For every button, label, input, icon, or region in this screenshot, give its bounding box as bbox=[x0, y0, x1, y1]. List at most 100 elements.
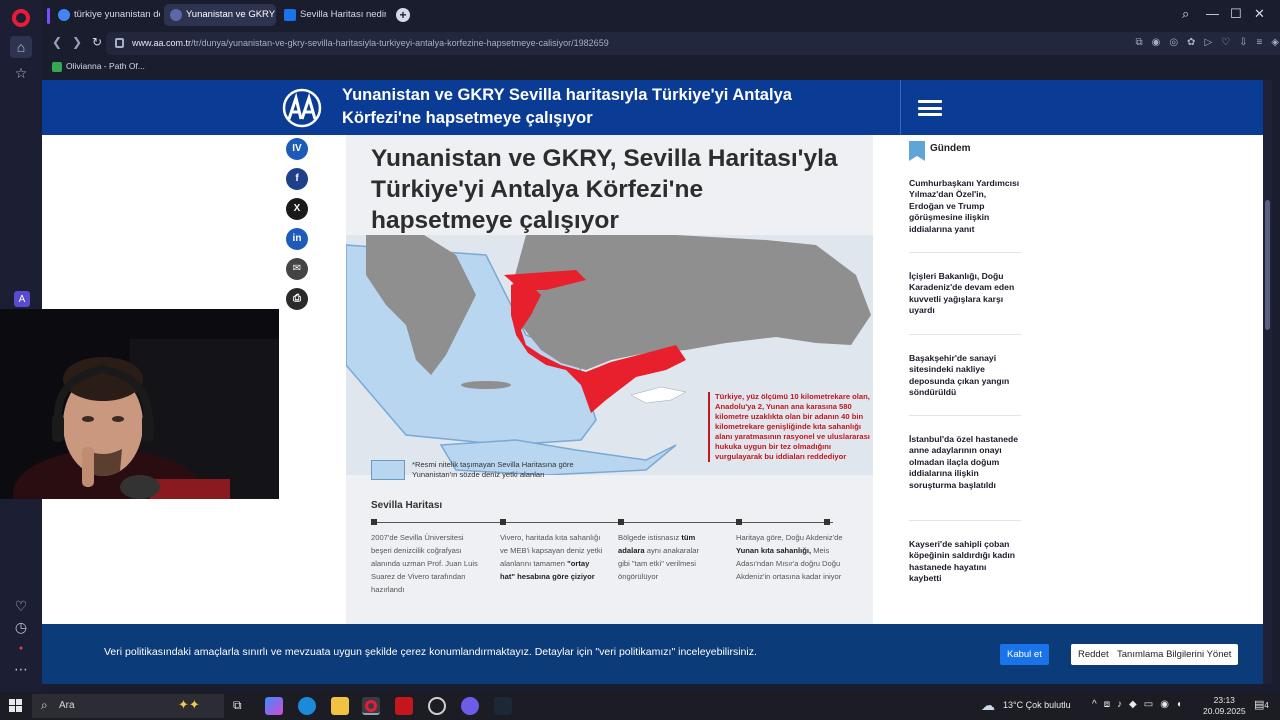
tab-label: Sevilla Haritası nedir? Ank bbox=[300, 9, 386, 20]
accept-cookies-button[interactable]: Kabul et bbox=[1000, 644, 1049, 665]
forward-icon[interactable]: ❯ bbox=[72, 35, 82, 49]
bookmark-label: Olivianna - Path Of... bbox=[66, 61, 145, 71]
timeline-text-part: Haritaya göre, Doğu Akdeniz'de bbox=[736, 533, 843, 542]
url-text[interactable]: www.aa.com.tr/tr/dunya/yunanistan-ve-gkr… bbox=[132, 32, 609, 55]
timeline-marker bbox=[371, 519, 377, 525]
news-item[interactable]: Başakşehir'de sanayi sitesindeki nakliye… bbox=[909, 353, 1021, 399]
minimize-icon[interactable]: — bbox=[1206, 6, 1219, 21]
weather-text[interactable]: 13°C Çok bulutlu bbox=[1003, 700, 1071, 710]
infographic-title: Yunanistan ve GKRY, Sevilla Haritası'yla… bbox=[371, 145, 838, 234]
tab-label: türkiye yunanistan deniz s bbox=[74, 9, 160, 20]
page-scrollbar[interactable] bbox=[1263, 80, 1272, 684]
news-item[interactable]: Kayseri'de sahipli çoban köpeğinin saldı… bbox=[909, 539, 1021, 585]
home-icon[interactable]: ⌂ bbox=[10, 36, 32, 58]
more-icon[interactable]: ⋯ bbox=[11, 659, 31, 679]
windows-start-icon[interactable] bbox=[9, 699, 23, 713]
bookmark-icon bbox=[909, 141, 925, 161]
scrollbar-thumb[interactable] bbox=[1265, 200, 1270, 330]
timeline-text: Vivero, haritada kıta sahanlığı ve MEB'i… bbox=[500, 531, 604, 583]
tab-strip: türkiye yunanistan deniz s Yunanistan ve… bbox=[42, 0, 1280, 30]
cookie-text: Veri politikasındaki amaçlarla sınırlı v… bbox=[104, 646, 757, 658]
url-domain: www.aa.com.tr bbox=[132, 38, 192, 48]
notification-icon[interactable]: ▤4 bbox=[1254, 698, 1269, 711]
aa-favicon-icon bbox=[170, 9, 182, 21]
new-tab-button[interactable]: + bbox=[396, 8, 410, 22]
opera-taskbar-icon[interactable] bbox=[362, 697, 380, 715]
reject-cookies-button[interactable]: Reddet bbox=[1071, 644, 1116, 665]
site-header: Yunanistan ve GKRY Sevilla haritasıyla T… bbox=[42, 80, 1263, 135]
news-divider bbox=[909, 520, 1021, 521]
weather-icon: ☁ bbox=[981, 697, 995, 713]
share-linkedin-icon[interactable]: in bbox=[286, 228, 308, 250]
speed-dial-icon[interactable]: ☆ bbox=[11, 63, 31, 83]
bookmark-item[interactable]: Olivianna - Path Of... bbox=[52, 61, 145, 72]
app-taskbar-icon[interactable] bbox=[428, 697, 446, 715]
maximize-icon[interactable]: ☐ bbox=[1230, 6, 1242, 22]
search-placeholder: Ara bbox=[59, 700, 75, 711]
tab-1[interactable]: türkiye yunanistan deniz s bbox=[52, 4, 160, 26]
timeline-text: 2007'de Sevilla Üniversitesi beşeri deni… bbox=[371, 531, 479, 596]
google-favicon-icon bbox=[58, 9, 70, 21]
edge-icon[interactable] bbox=[298, 697, 316, 715]
copilot-icon[interactable] bbox=[265, 697, 283, 715]
timeline-text-bold: Yunan kıta sahanlığı, bbox=[736, 546, 812, 555]
opera-logo-icon[interactable] bbox=[12, 9, 30, 27]
address-bar-actions[interactable]: ⧉◉◎✿▷♡⇩≡◈ bbox=[1135, 37, 1280, 48]
aa-logo-icon[interactable] bbox=[282, 88, 322, 128]
address-bar[interactable]: www.aa.com.tr/tr/dunya/yunanistan-ve-gkr… bbox=[106, 32, 1280, 55]
timeline-marker bbox=[824, 519, 830, 525]
tab-3[interactable]: Sevilla Haritası nedir? Ank bbox=[278, 4, 386, 26]
clock[interactable]: 23:13 20.09.2025 bbox=[1203, 695, 1246, 717]
tab-label: Yunanistan ve GKRY Sevill bbox=[186, 9, 276, 20]
infographic-note: Türkiye, yüz ölçümü 10 kilometrekare ola… bbox=[708, 392, 873, 462]
app-taskbar-icon[interactable] bbox=[395, 697, 413, 715]
tab-2[interactable]: Yunanistan ve GKRY Sevill bbox=[164, 4, 276, 26]
system-tray-icons[interactable]: ^⧈♪◆▭◉◖ bbox=[1092, 699, 1189, 710]
timeline-text: Haritaya göre, Doğu Akdeniz'de Yunan kıt… bbox=[736, 531, 854, 583]
discord-icon[interactable] bbox=[461, 697, 479, 715]
extension-icon[interactable]: ● bbox=[11, 638, 31, 658]
aria-icon[interactable]: A bbox=[14, 291, 30, 307]
webcam-person-image bbox=[0, 309, 279, 499]
bookmark-favicon-icon bbox=[52, 62, 62, 72]
favorites-icon[interactable]: ♡ bbox=[11, 596, 31, 616]
aa-favicon-icon bbox=[284, 9, 296, 21]
share-facebook-icon[interactable]: f bbox=[286, 168, 308, 190]
news-item[interactable]: İçişleri Bakanlığı, Doğu Karadeniz'de de… bbox=[909, 271, 1021, 317]
section-title: Sevilla Haritası bbox=[371, 500, 443, 511]
history-icon[interactable]: ◷ bbox=[11, 617, 31, 637]
print-icon[interactable]: ⎙ bbox=[286, 288, 308, 310]
reload-icon[interactable]: ↻ bbox=[92, 35, 102, 49]
task-view-icon[interactable]: ⧉ bbox=[233, 698, 242, 713]
news-item[interactable]: Cumhurbaşkanı Yardımcısı Yılmaz'dan Özel… bbox=[909, 178, 1021, 235]
timeline-text-part: 2007'de Sevilla Üniversitesi beşeri deni… bbox=[371, 533, 478, 594]
cookie-banner: Veri politikasındaki amaçlarla sınırlı v… bbox=[42, 624, 1263, 684]
file-explorer-icon[interactable] bbox=[331, 697, 349, 715]
workspace-indicator bbox=[47, 8, 50, 24]
webcam-overlay bbox=[0, 309, 279, 499]
notification-count: 4 bbox=[1264, 701, 1269, 710]
share-email-icon[interactable]: ✉ bbox=[286, 258, 308, 280]
taskbar-search[interactable]: ⌕ Ara ✦✦ bbox=[32, 694, 224, 718]
close-window-icon[interactable]: ✕ bbox=[1254, 6, 1265, 22]
menu-icon[interactable] bbox=[918, 100, 942, 116]
news-heading-label: Gündem bbox=[930, 143, 971, 154]
header-title: Yunanistan ve GKRY Sevilla haritasıyla T… bbox=[342, 86, 792, 127]
header-divider bbox=[900, 80, 901, 135]
manage-cookies-button[interactable]: Tanımlama Bilgilerini Yönet bbox=[1110, 644, 1239, 665]
steam-icon[interactable] bbox=[494, 697, 512, 715]
sparkle-icon: ✦✦ bbox=[178, 697, 200, 712]
clock-time: 23:13 bbox=[1213, 695, 1235, 705]
search-tabs-icon[interactable]: ⌕ bbox=[1182, 6, 1189, 22]
news-divider bbox=[909, 334, 1021, 335]
news-divider bbox=[909, 252, 1021, 253]
timeline-text: Bölgede istisnasız tüm adalara aynı anak… bbox=[618, 531, 712, 583]
share-x-icon[interactable]: X bbox=[286, 198, 308, 220]
news-item[interactable]: İstanbul'da özel hastanede anne adayları… bbox=[909, 434, 1021, 491]
timeline-line bbox=[373, 522, 833, 523]
timeline-text-part: Bölgede istisnasız bbox=[618, 533, 682, 542]
legend-swatch bbox=[371, 460, 405, 480]
share-iv-icon[interactable]: IV bbox=[286, 138, 308, 160]
back-icon[interactable]: ❮ bbox=[52, 35, 62, 49]
infographic-image: Yunanistan ve GKRY, Sevilla Haritası'yla… bbox=[346, 135, 873, 684]
